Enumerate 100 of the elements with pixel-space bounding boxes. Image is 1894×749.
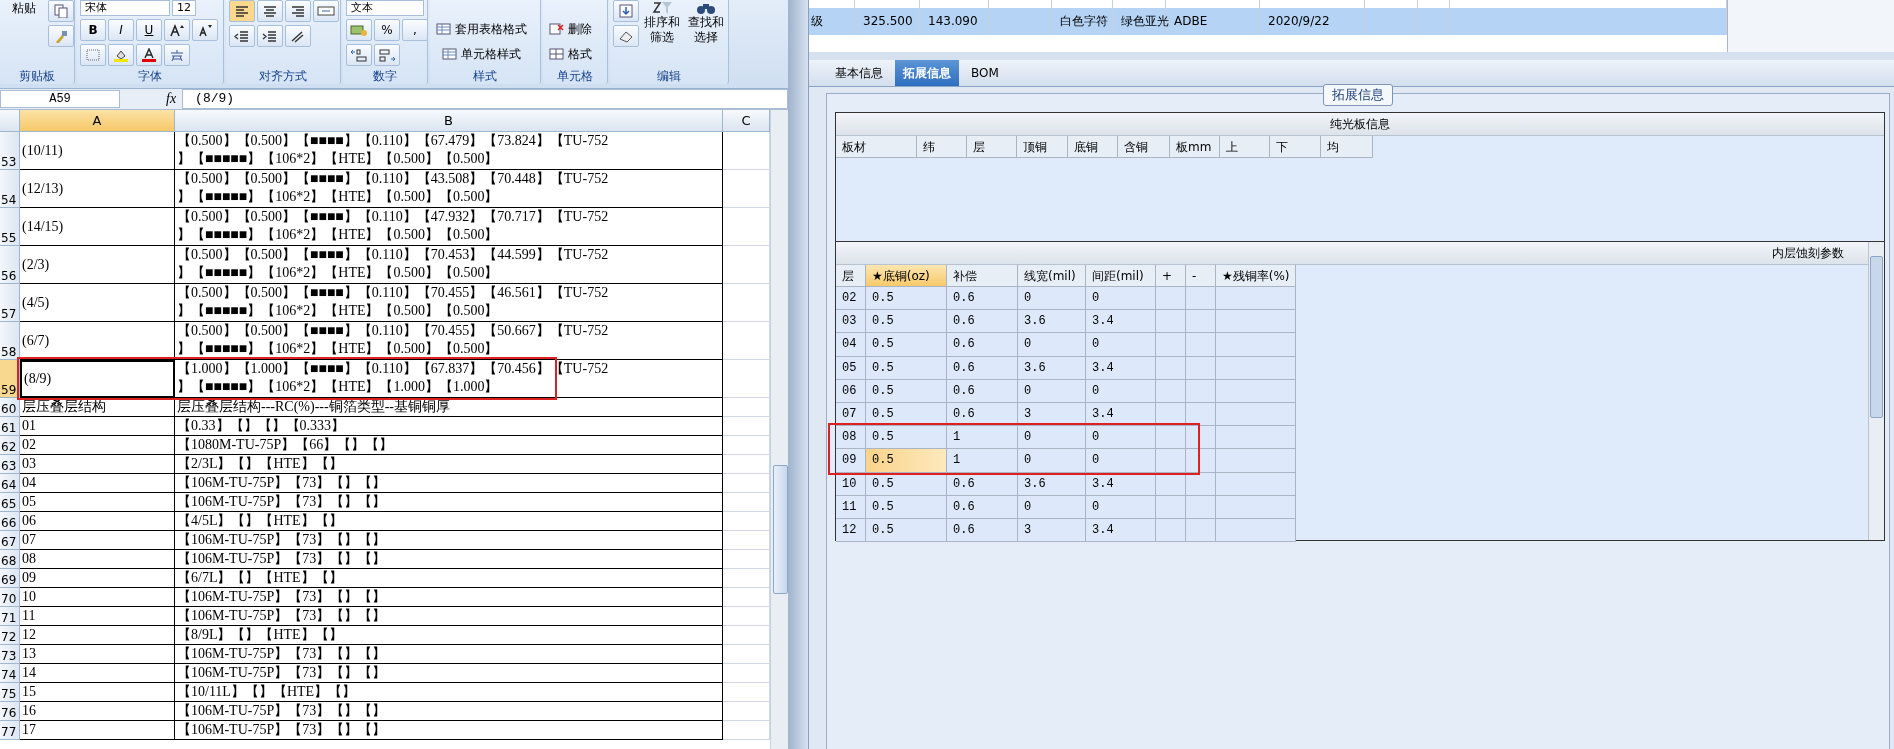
percent-button[interactable]: %	[374, 19, 400, 41]
column-header[interactable]: +	[1156, 265, 1186, 287]
brush-icon	[53, 29, 69, 43]
function-label[interactable]: fx	[166, 91, 177, 107]
column-header[interactable]: C	[723, 110, 770, 132]
number-format-field[interactable]: 文本	[346, 0, 424, 16]
font-color-button[interactable]	[136, 44, 162, 66]
column-header[interactable]: 层	[836, 265, 866, 287]
row-header[interactable]: 75	[0, 683, 20, 702]
row-header[interactable]: 58	[0, 322, 20, 360]
select-all-button[interactable]	[0, 110, 20, 132]
decrease-indent-button[interactable]	[229, 25, 255, 47]
delete-button[interactable]: 删除	[546, 18, 595, 40]
row-header[interactable]: 64	[0, 474, 20, 493]
table-cell: 0.6	[947, 495, 1018, 519]
eraser-button[interactable]	[613, 25, 639, 47]
column-header[interactable]: 底铜	[1068, 136, 1118, 158]
table-cell: 10	[20, 588, 175, 607]
orientation-button[interactable]	[285, 25, 311, 47]
font-name-field[interactable]: 宋体	[80, 0, 170, 16]
row-header[interactable]: 54	[0, 170, 20, 208]
font-size-field[interactable]: 12	[172, 0, 196, 16]
scrollbar[interactable]	[1868, 242, 1884, 540]
scrollbar[interactable]	[770, 110, 788, 749]
format-table-button[interactable]: 套用表格格式	[433, 18, 530, 40]
column-header[interactable]: 补偿	[947, 265, 1018, 287]
tab[interactable]: 基本信息	[827, 60, 891, 86]
row-header[interactable]: 73	[0, 645, 20, 664]
copy-button[interactable]	[48, 0, 74, 22]
grow-font-button[interactable]	[164, 19, 190, 41]
align-left-button[interactable]	[229, 0, 255, 22]
italic-button[interactable]: I	[108, 19, 134, 41]
row-header[interactable]: 59	[0, 360, 20, 398]
cell-styles-button[interactable]: 单元格样式	[433, 43, 530, 65]
column-header[interactable]: 板材	[836, 136, 917, 158]
column-header[interactable]: -	[1186, 265, 1216, 287]
row-header[interactable]: 76	[0, 702, 20, 721]
column-header[interactable]: 线宽(mil)	[1018, 265, 1086, 287]
row-header[interactable]: 55	[0, 208, 20, 246]
align-center-button[interactable]	[257, 0, 283, 22]
format-button[interactable]: 格式	[546, 43, 595, 65]
row-header[interactable]: 60	[0, 398, 20, 417]
paste-button[interactable]: 粘贴	[3, 0, 45, 17]
row-header[interactable]: 57	[0, 284, 20, 322]
row-header[interactable]: 56	[0, 246, 20, 284]
row-header[interactable]: 74	[0, 664, 20, 683]
column-header[interactable]: 间距(mil)	[1086, 265, 1156, 287]
tab[interactable]: BOM	[963, 60, 1007, 86]
pane-splitter[interactable]	[788, 0, 809, 749]
sort-filter-button[interactable]: 排序和筛选	[641, 0, 683, 46]
row-header[interactable]: 61	[0, 417, 20, 436]
name-box[interactable]: A59	[0, 90, 120, 108]
row-header[interactable]: 72	[0, 626, 20, 645]
increase-decimal-button[interactable]	[346, 44, 372, 66]
table-cell: 17	[20, 721, 175, 740]
increase-indent-button[interactable]	[257, 25, 283, 47]
formula-field[interactable]: (8/9)	[182, 89, 788, 109]
fill-color-button[interactable]	[108, 44, 134, 66]
column-header[interactable]: A	[20, 110, 175, 132]
column-header[interactable]: 含铜	[1118, 136, 1170, 158]
row-header[interactable]: 68	[0, 550, 20, 569]
column-header[interactable]: ★底铜(oz)	[866, 265, 947, 287]
tab[interactable]: 拓展信息	[895, 60, 959, 86]
underline-button[interactable]: U	[136, 19, 162, 41]
row-header[interactable]: 65	[0, 493, 20, 512]
row-header[interactable]: 70	[0, 588, 20, 607]
border-button[interactable]	[80, 44, 106, 66]
table-cell: 【106M-TU-75P】【73】【】【】	[175, 721, 723, 740]
row-header[interactable]: 53	[0, 132, 20, 170]
brush-button[interactable]	[48, 25, 74, 47]
column-header[interactable]: 上	[1220, 136, 1270, 158]
table-cell: 【4/5L】【】【HTE】【】	[175, 512, 723, 531]
row-header[interactable]: 69	[0, 569, 20, 588]
fill-down-button[interactable]	[613, 0, 639, 22]
decrease-decimal-icon	[378, 48, 396, 62]
row-header[interactable]: 63	[0, 455, 20, 474]
table-cell: 【106M-TU-75P】【73】【】【】	[175, 664, 723, 683]
column-header[interactable]: 顶铜	[1017, 136, 1068, 158]
scroll-thumb[interactable]	[1870, 256, 1883, 418]
row-header[interactable]: 67	[0, 531, 20, 550]
row-header[interactable]: 62	[0, 436, 20, 455]
decrease-decimal-button[interactable]	[374, 44, 400, 66]
find-select-button[interactable]: 查找和选择	[685, 0, 727, 46]
column-header[interactable]: ★残铜率(%)	[1216, 265, 1296, 287]
row-header[interactable]: 71	[0, 607, 20, 626]
align-right-button[interactable]	[285, 0, 311, 22]
column-header[interactable]: 层	[967, 136, 1017, 158]
column-header[interactable]: 纬	[917, 136, 967, 158]
column-header[interactable]: 均	[1321, 136, 1373, 158]
increase-indent-icon	[262, 29, 278, 43]
row-header[interactable]: 66	[0, 512, 20, 531]
column-header[interactable]: B	[175, 110, 723, 132]
scroll-thumb[interactable]	[773, 465, 788, 594]
column-header[interactable]: 下	[1270, 136, 1321, 158]
bold-button[interactable]: B	[80, 19, 106, 41]
column-header[interactable]: 板mm	[1170, 136, 1220, 158]
comma-button[interactable]: ,	[402, 19, 428, 41]
currency-button[interactable]	[346, 19, 372, 41]
shrink-font-button[interactable]	[192, 19, 218, 41]
row-header[interactable]: 77	[0, 721, 20, 740]
